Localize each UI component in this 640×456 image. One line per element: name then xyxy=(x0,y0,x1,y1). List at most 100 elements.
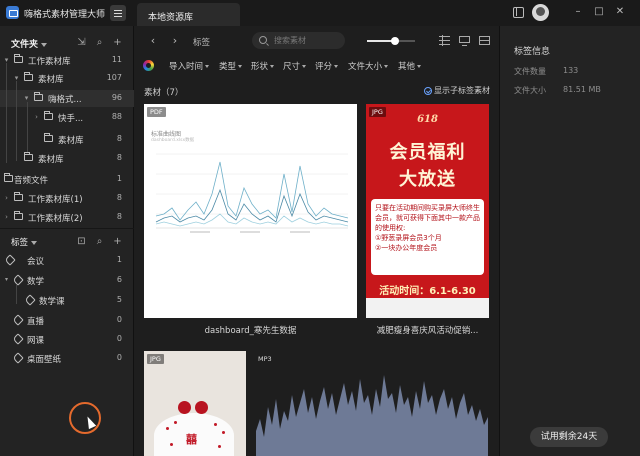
bookmark-icon[interactable]: ⊡ xyxy=(76,236,87,247)
color-filter-icon[interactable] xyxy=(143,60,154,71)
tag-item[interactable]: ▾ 数学 6 xyxy=(0,272,134,289)
file-size-label: 文件大小 xyxy=(514,86,546,95)
folder-icon xyxy=(24,72,33,81)
folder-icon xyxy=(14,192,23,201)
monitor-icon[interactable] xyxy=(458,34,471,47)
folder-item[interactable]: 素材库 8 xyxy=(0,150,134,167)
bow-icon xyxy=(178,401,208,416)
tag-item[interactable]: 会议 1 xyxy=(0,252,134,269)
app-title: 嗨格式素材管理大师 xyxy=(24,10,106,20)
tag-icon xyxy=(12,333,24,345)
folder-item[interactable]: › 工作素材库(2) 8 xyxy=(0,209,134,226)
folder-item[interactable]: 音频文件 1 xyxy=(0,171,134,188)
forward-icon[interactable]: › xyxy=(169,35,181,47)
pdf-chart-subtitle: dashboard.xlsx数据 xyxy=(151,138,195,143)
filter-type[interactable]: 类型 xyxy=(219,60,242,72)
cake-decoration-char: 囍 xyxy=(186,433,197,446)
folder-icon xyxy=(4,173,13,182)
sidebar-toggle-icon[interactable] xyxy=(511,5,525,19)
folder-item[interactable]: › 快手... 88 xyxy=(0,109,134,126)
left-panel: 文件夹 ⇲ ⌕ + ▾ 工作素材库 11 ▾ 素材库 107 ▾ 嗨格式... … xyxy=(0,26,134,456)
filter-size[interactable]: 尺寸 xyxy=(283,60,306,72)
asset-card-promo-image[interactable]: JPG 618 会员福利 大放送 只要在活动期间购买录屏大师终生会员，就可获得下… xyxy=(366,104,489,318)
tag-item[interactable]: 网课 0 xyxy=(0,331,134,348)
search-input[interactable] xyxy=(274,35,340,46)
add-icon[interactable]: + xyxy=(112,37,123,48)
file-type-badge: PDF xyxy=(147,107,166,117)
search-icon[interactable]: ⌕ xyxy=(94,236,105,247)
zoom-slider[interactable] xyxy=(367,37,415,45)
folder-item[interactable]: ▾ 素材库 107 xyxy=(0,70,134,87)
tab-local-library[interactable]: 本地资源库 xyxy=(137,3,240,26)
tag-item[interactable]: 数学课 5 xyxy=(0,292,134,309)
tag-icon xyxy=(12,274,24,286)
trial-remaining-button[interactable]: 试用剩余24天 xyxy=(530,427,608,447)
minimize-icon[interactable]: – xyxy=(571,5,585,19)
file-count-label: 文件数量 xyxy=(514,67,546,76)
filter-rating[interactable]: 评分 xyxy=(315,60,338,72)
tags-title[interactable]: 标签 xyxy=(11,236,38,248)
search-box[interactable] xyxy=(252,32,345,49)
search-icon[interactable]: ⌕ xyxy=(94,37,105,48)
checkbox-icon xyxy=(424,86,432,95)
filter-other[interactable]: 其他 xyxy=(398,60,421,72)
layout-icon[interactable] xyxy=(478,34,491,47)
collapse-icon[interactable]: ⇲ xyxy=(76,37,87,48)
asset-caption: dashboard_寒先生数据 xyxy=(204,326,297,336)
zoom-slider-handle[interactable] xyxy=(390,37,399,45)
filter-file-size[interactable]: 文件大小 xyxy=(348,60,388,72)
promo-text-box: 只要在活动期间购买录屏大师终生会员，就可获得下面其中一款产品的使用权: ①野葱录… xyxy=(371,199,484,275)
folder-icon xyxy=(34,92,43,101)
folder-icon xyxy=(14,54,23,63)
promo-date: 活动时间：6.1-6.30 xyxy=(379,286,476,297)
promo-body: 只要在活动期间购买录屏大师终生会员，就可获得下面其中一款产品的使用权: xyxy=(375,204,480,232)
promo-item-2: ②一块办公年度会员 xyxy=(375,244,438,252)
file-type-badge: JPG xyxy=(147,354,164,364)
title-bar: 嗨格式素材管理大师 本地资源库 – □ ✕ xyxy=(0,0,640,26)
folder-item-selected[interactable]: ▾ 嗨格式... 96 xyxy=(0,90,134,107)
tab-label: 本地资源库 xyxy=(148,13,194,23)
folders-title[interactable]: 文件夹 xyxy=(11,37,48,50)
search-icon xyxy=(259,36,267,44)
promo-number: 618 xyxy=(417,114,438,125)
tag-icon xyxy=(4,254,16,266)
tags-header: 标签 ⊡ ⌕ + xyxy=(0,233,134,251)
tag-icon xyxy=(12,352,24,364)
folder-item[interactable]: › 工作素材库(1) 8 xyxy=(0,190,134,207)
promo-headline-2: 大放送 xyxy=(399,169,456,190)
back-icon[interactable]: ‹ xyxy=(147,35,159,47)
folder-item[interactable]: 素材库 8 xyxy=(0,131,134,148)
file-count-value: 133 xyxy=(563,66,579,75)
add-icon[interactable]: + xyxy=(112,236,123,247)
asset-card-cake-image[interactable]: JPG 囍 xyxy=(144,351,246,456)
tag-icon xyxy=(12,314,24,326)
pdf-thumbnail-chart xyxy=(155,153,349,233)
folder-item[interactable]: ▾ 工作素材库 11 xyxy=(0,52,134,69)
asset-caption: 减肥瘦身喜庆风活动促销... xyxy=(376,326,479,336)
maximize-icon[interactable]: □ xyxy=(592,5,606,19)
filter-shape[interactable]: 形状 xyxy=(251,60,274,72)
tag-item[interactable]: 直播 0 xyxy=(0,312,134,329)
avatar[interactable] xyxy=(532,4,549,21)
assets-count-label: 素材（7） xyxy=(144,88,184,98)
promo-footer xyxy=(366,298,489,318)
show-subtag-assets-toggle[interactable]: 显示子标签素材 xyxy=(424,85,490,96)
close-icon[interactable]: ✕ xyxy=(613,5,627,19)
menu-icon[interactable] xyxy=(110,5,126,21)
tag-item[interactable]: 桌面壁纸 0 xyxy=(0,350,134,367)
folder-icon xyxy=(44,133,53,142)
audio-waveform xyxy=(256,375,488,456)
grid-view-icon[interactable] xyxy=(438,34,451,47)
promo-headline-1: 会员福利 xyxy=(389,142,466,163)
asset-card-pdf[interactable]: PDF 标准曲线图 dashboard.xlsx数据 xyxy=(144,104,357,318)
asset-card-audio[interactable]: MP3 xyxy=(252,351,492,456)
filter-bar: 导入时间 类型 形状 尺寸 评分 文件大小 其他 xyxy=(135,57,498,75)
folders-header: 文件夹 ⇲ ⌕ + xyxy=(0,34,134,52)
folder-icon xyxy=(24,152,33,161)
folder-icon xyxy=(44,111,53,120)
filter-import-time[interactable]: 导入时间 xyxy=(169,60,209,72)
info-panel-title: 标签信息 xyxy=(514,47,551,57)
main-area: ‹ › 标签 导入时间 类型 形状 尺寸 评分 文件大小 其他 素材（7） 显示… xyxy=(135,26,498,456)
tag-icon xyxy=(24,294,36,306)
app-logo-icon xyxy=(6,6,19,19)
